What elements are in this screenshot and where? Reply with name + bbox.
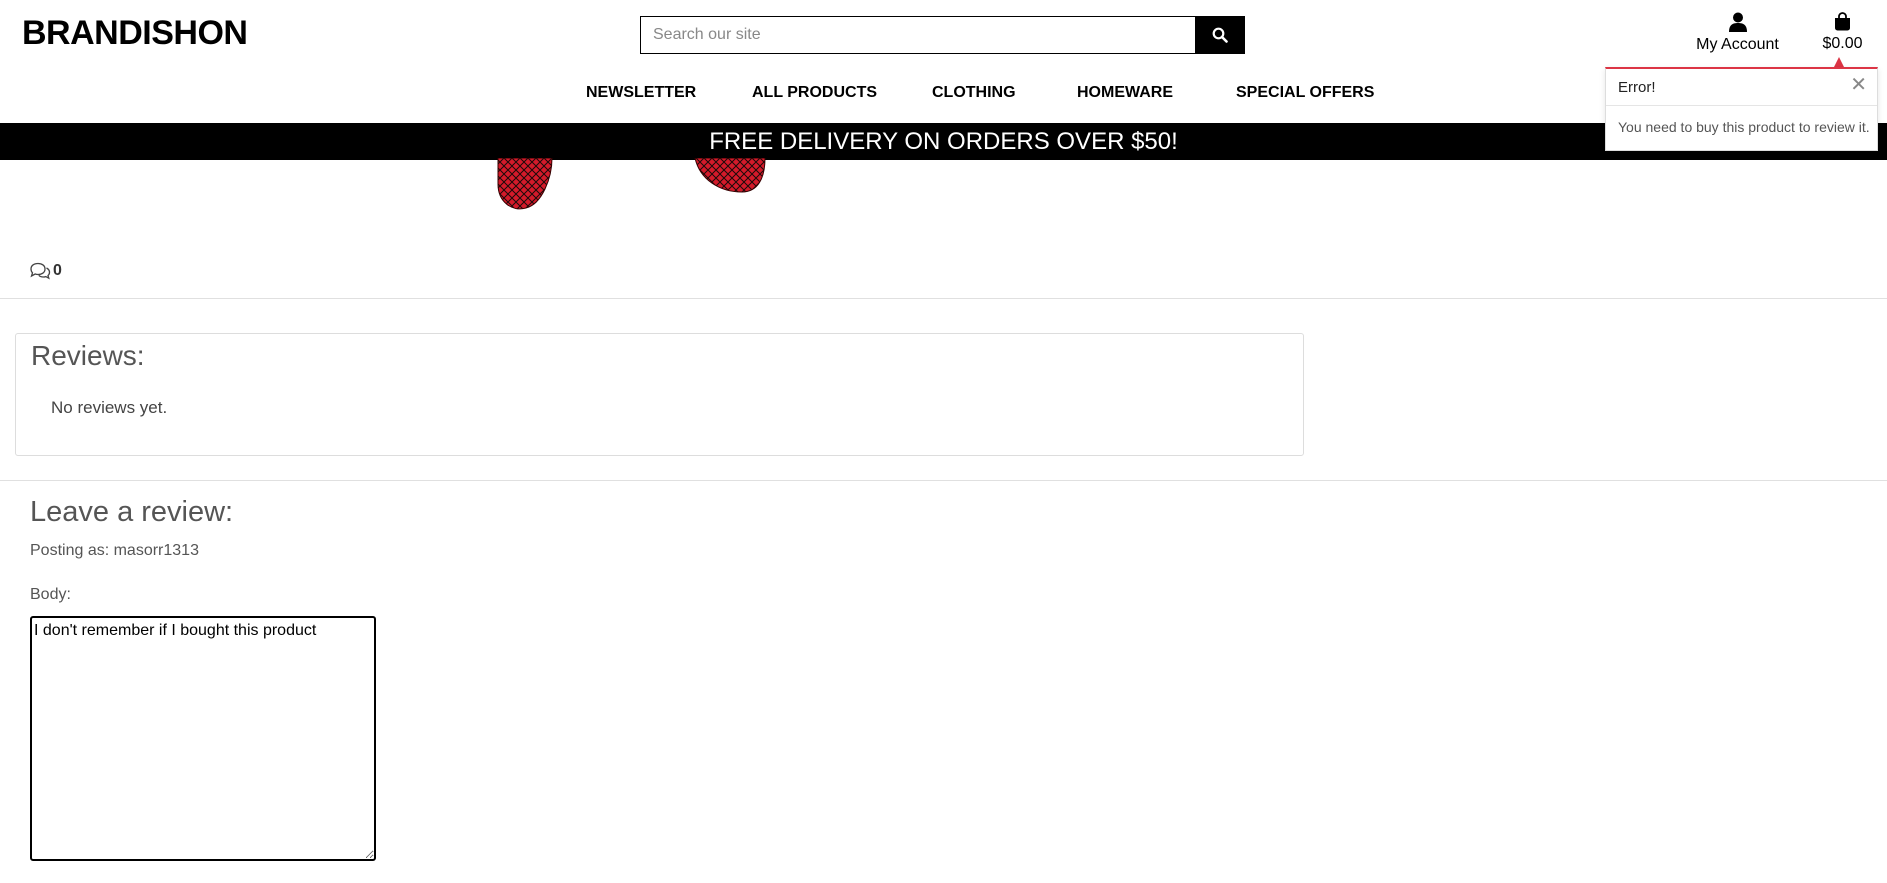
body-label: Body:	[30, 586, 71, 603]
close-icon[interactable]: ✕	[1850, 75, 1867, 95]
comment-count: 0	[29, 262, 62, 280]
error-toast: Error! ✕ You need to buy this product to…	[1605, 67, 1878, 151]
search-button[interactable]	[1195, 17, 1244, 53]
review-body-textarea[interactable]: I don't remember if I bought this produc…	[30, 616, 376, 861]
nav-all-products[interactable]: ALL PRODUCTS	[752, 84, 877, 102]
my-account-label: My Account	[1696, 36, 1779, 53]
posting-as-text: Posting as: masorr1313	[30, 542, 199, 559]
cart-link[interactable]: $0.00	[1815, 12, 1870, 53]
toast-arrow	[1834, 57, 1844, 67]
nav-homeware[interactable]: HOMEWARE	[1077, 84, 1173, 102]
no-reviews-text: No reviews yet.	[51, 398, 168, 417]
reviews-section: Reviews: No reviews yet.	[15, 333, 1304, 456]
divider	[0, 480, 1887, 481]
toast-header: Error! ✕	[1606, 69, 1877, 106]
search-icon	[1212, 27, 1228, 43]
leave-review-title: Leave a review:	[30, 496, 234, 528]
toast-title: Error!	[1618, 79, 1656, 96]
site-logo[interactable]: BRANDISHON	[22, 14, 248, 53]
nav-clothing[interactable]: CLOTHING	[932, 84, 1016, 102]
delivery-banner: FREE DELIVERY ON ORDERS OVER $50!	[0, 123, 1887, 160]
my-account-link[interactable]: My Account	[1690, 12, 1785, 54]
toast-message: You need to buy this product to review i…	[1618, 119, 1870, 135]
cart-total: $0.00	[1822, 35, 1863, 52]
product-image	[480, 158, 780, 214]
comment-count-value: 0	[53, 262, 62, 279]
search-input[interactable]	[641, 17, 1195, 53]
main-nav: NEWSLETTER ALL PRODUCTS CLOTHING HOMEWAR…	[0, 84, 1887, 106]
divider	[0, 298, 1887, 299]
comments-icon	[30, 262, 51, 280]
nav-special-offers[interactable]: SPECIAL OFFERS	[1236, 84, 1374, 102]
search-bar	[640, 16, 1245, 54]
reviews-title: Reviews:	[31, 340, 145, 371]
user-icon	[1728, 12, 1747, 32]
shopping-bag-icon	[1835, 12, 1850, 31]
nav-newsletter[interactable]: NEWSLETTER	[586, 84, 696, 102]
